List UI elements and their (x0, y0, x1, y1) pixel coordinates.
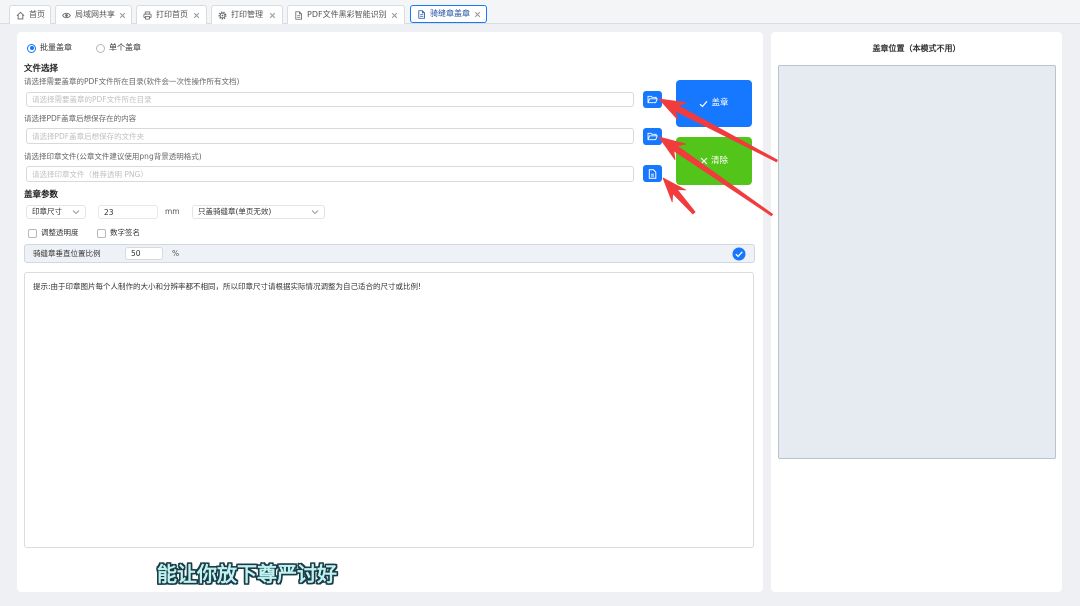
check-icon (700, 100, 708, 107)
select-value: 只盖骑缝章(单页无效) (198, 207, 272, 217)
tab-label: PDF文件黑彩智能识别 (307, 10, 387, 19)
radio-circle[interactable] (96, 43, 105, 53)
close-icon[interactable] (391, 12, 398, 19)
tab-pdf-color-detect[interactable]: PDF文件黑彩智能识别 (287, 5, 405, 24)
radio-single-stamp[interactable]: 单个盖章 (96, 42, 141, 54)
file-selection-title: 文件选择 (24, 64, 59, 74)
tab-bar: 首页 局域网共享 打印首页 打印管理 PDF文件黑彩智能识别 骑缝章盖章 (0, 0, 1080, 24)
size-unit: mm (165, 207, 180, 216)
tab-label: 骑缝章盖章 (430, 9, 470, 18)
radio-label: 单个盖章 (109, 43, 141, 52)
tab-label: 首页 (29, 10, 45, 19)
tab-label: 打印首页 (156, 10, 188, 19)
close-icon[interactable] (474, 11, 481, 18)
output-dir-input[interactable] (26, 128, 634, 144)
tab-lan-share[interactable]: 局域网共享 (55, 5, 132, 24)
vertical-ratio-input[interactable] (125, 247, 163, 260)
tab-home[interactable]: 首页 (9, 5, 51, 24)
browse-output-dir-button[interactable] (643, 128, 662, 145)
close-icon[interactable] (119, 12, 126, 19)
stamp-settings-panel: 批量盖章 单个盖章 文件选择 请选择需要盖章的PDF文件所在目录(软件会一次性操… (17, 32, 763, 592)
checkbox-box[interactable] (28, 228, 37, 238)
source-dir-label: 请选择需要盖章的PDF文件所在目录(软件会一次性操作所有文档) (24, 77, 240, 86)
digital-signature-checkbox[interactable]: 数字签名 (97, 227, 140, 239)
stamp-button[interactable]: 盖章 (676, 80, 752, 127)
size-mode-select[interactable]: 印章尺寸 (26, 205, 86, 219)
folder-open-icon (647, 132, 658, 141)
seal-file-label: 请选择印章文件(公章文件建议使用png背景透明格式) (24, 152, 202, 161)
select-value: 印章尺寸 (32, 207, 62, 217)
printer-icon (143, 10, 152, 20)
seal-size-input[interactable] (98, 205, 158, 219)
tab-print-home[interactable]: 打印首页 (136, 5, 207, 24)
stamp-position-title: 盖章位置（本模式不用） (872, 44, 961, 53)
checkbox-label: 调整透明度 (41, 228, 79, 238)
folder-open-icon (647, 95, 658, 104)
stamp-button-label: 盖章 (711, 98, 729, 109)
eye-icon (62, 12, 71, 18)
clear-button[interactable]: 清除 (676, 137, 752, 185)
file-icon (648, 168, 657, 179)
adjust-opacity-checkbox[interactable]: 调整透明度 (28, 227, 79, 239)
checkbox-box[interactable] (97, 228, 106, 238)
checkbox-label: 数字签名 (110, 228, 140, 238)
close-icon[interactable] (269, 12, 276, 19)
tip-textarea[interactable]: 提示:由于印章图片每个人制作的大小和分辨率都不相同，所以印章尺寸请根据实际情况调… (24, 272, 754, 548)
radio-batch-stamp[interactable]: 批量盖章 (27, 42, 72, 54)
output-dir-label: 请选择PDF盖章后想保存在的内容 (24, 114, 137, 123)
stamp-params-title: 盖章参数 (24, 190, 59, 200)
home-icon (16, 11, 25, 19)
close-icon (700, 157, 708, 165)
radio-circle[interactable] (27, 43, 36, 53)
vertical-ratio-row: 骑缝章垂直位置比例 % (24, 244, 755, 263)
gear-icon (218, 11, 227, 19)
browse-seal-file-button[interactable] (643, 165, 662, 182)
stamp-position-preview[interactable] (778, 65, 1056, 459)
tab-print-manage[interactable]: 打印管理 (211, 5, 283, 24)
browse-source-dir-button[interactable] (643, 91, 662, 108)
chevron-down-icon (311, 210, 319, 215)
video-subtitle: 能让你放下尊严讨好 (157, 562, 337, 586)
document-icon (295, 10, 302, 20)
tab-seam-stamp[interactable]: 骑缝章盖章 (410, 5, 487, 23)
document-icon (418, 9, 425, 19)
source-dir-input[interactable] (26, 92, 634, 107)
clear-button-label: 清除 (710, 155, 728, 166)
tip-text: 提示:由于印章图片每个人制作的大小和分辨率都不相同，所以印章尺寸请根据实际情况调… (33, 282, 422, 291)
check-circle-icon[interactable] (732, 247, 746, 261)
radio-label: 批量盖章 (40, 43, 72, 52)
close-icon[interactable] (193, 12, 200, 19)
chevron-down-icon (72, 210, 80, 215)
seal-file-input[interactable] (26, 166, 634, 182)
vertical-ratio-unit: % (172, 249, 180, 258)
stamp-type-select[interactable]: 只盖骑缝章(单页无效) (192, 205, 325, 219)
tab-label: 打印管理 (231, 10, 263, 19)
stamp-position-panel: 盖章位置（本模式不用） (771, 32, 1062, 592)
vertical-ratio-label: 骑缝章垂直位置比例 (33, 249, 101, 258)
tab-label: 局域网共享 (75, 10, 115, 19)
